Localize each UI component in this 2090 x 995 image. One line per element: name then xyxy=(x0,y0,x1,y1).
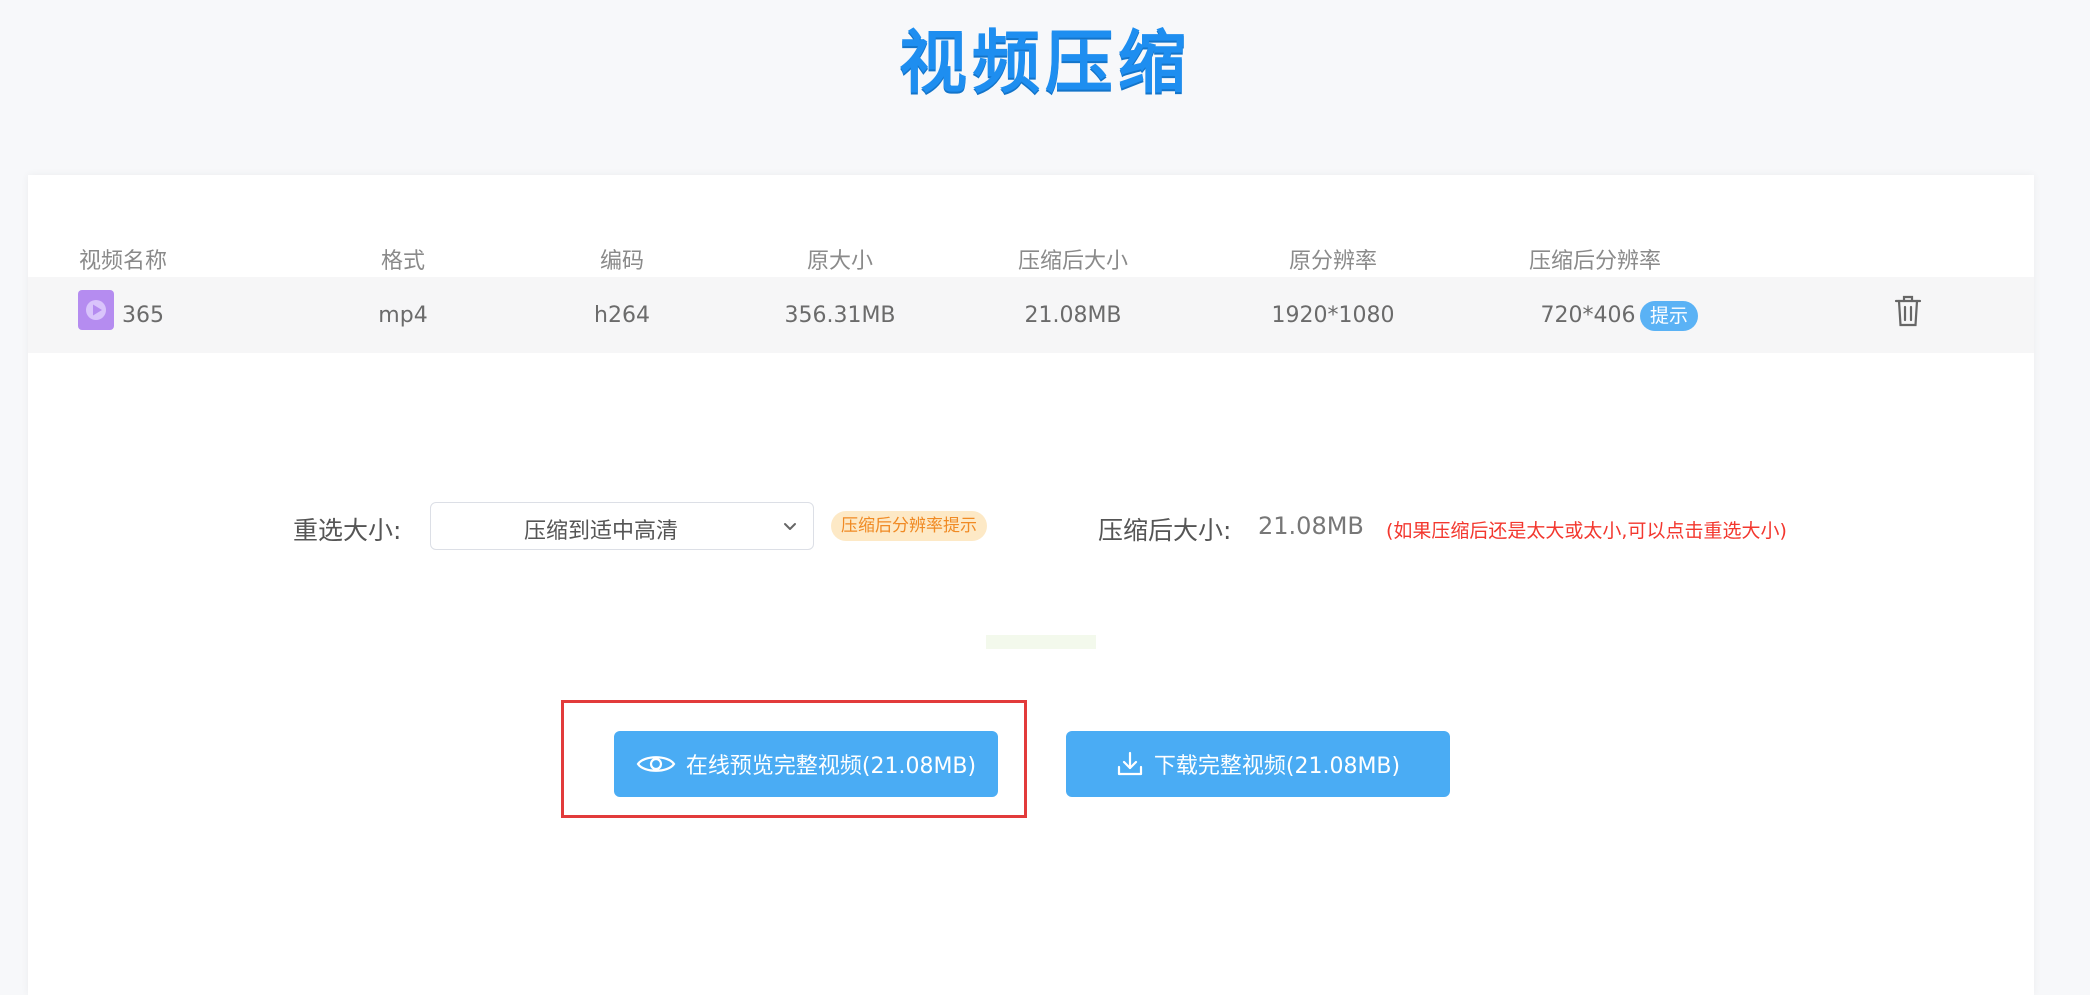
compression-size-select[interactable]: 压缩到适中高清 xyxy=(430,502,814,550)
eye-icon xyxy=(636,752,676,776)
row-format: mp4 xyxy=(378,303,428,328)
download-icon xyxy=(1116,750,1144,778)
trash-icon[interactable] xyxy=(1892,293,1924,329)
after-size-label: 压缩后大小: xyxy=(1098,516,1232,545)
col-header-format: 格式 xyxy=(380,249,426,274)
col-header-codec: 编码 xyxy=(599,249,645,274)
col-header-original-size: 原大小 xyxy=(806,249,874,274)
row-compressed-size: 21.08MB xyxy=(1024,303,1122,328)
resolution-tip-badge[interactable]: 压缩后分辨率提示 xyxy=(831,511,987,541)
download-button-label: 下载完整视频(21.08MB) xyxy=(1153,754,1401,779)
col-header-original-resolution: 原分辨率 xyxy=(1288,249,1378,274)
after-size-value: 21.08MB xyxy=(1258,512,1364,540)
faint-placeholder xyxy=(986,635,1096,649)
row-compressed-resolution: 720*406 xyxy=(1540,303,1636,328)
col-header-compressed-resolution: 压缩后分辨率 xyxy=(1528,249,1662,274)
col-header-name: 视频名称 xyxy=(78,249,168,274)
video-list-panel: 视频名称 格式 编码 原大小 压缩后大小 原分辨率 压缩后分辨率 365 mp4… xyxy=(28,175,2034,995)
resize-label: 重选大小: xyxy=(293,516,402,545)
preview-full-video-button[interactable]: 在线预览完整视频(21.08MB) xyxy=(614,731,998,797)
video-file-icon xyxy=(78,290,114,330)
row-original-resolution: 1920*1080 xyxy=(1271,303,1395,328)
download-full-video-button[interactable]: 下载完整视频(21.08MB) xyxy=(1066,731,1450,797)
row-video-name: 365 xyxy=(122,303,164,328)
select-value: 压缩到适中高清 xyxy=(523,519,678,544)
preview-button-label: 在线预览完整视频(21.08MB) xyxy=(685,754,977,779)
resolution-hint-badge[interactable]: 提示 xyxy=(1640,301,1698,331)
chevron-down-icon xyxy=(781,517,799,535)
row-original-size: 356.31MB xyxy=(784,303,896,328)
resize-warning: (如果压缩后还是太大或太小,可以点击重选大小) xyxy=(1386,520,1787,542)
col-header-compressed-size: 压缩后大小 xyxy=(1017,249,1129,274)
page-title: 视频压缩 xyxy=(898,24,1191,103)
row-codec: h264 xyxy=(594,303,650,328)
